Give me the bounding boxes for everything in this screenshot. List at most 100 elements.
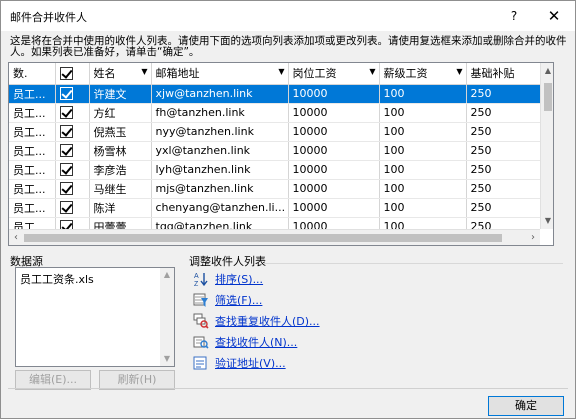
cell-post-salary: 10000 (288, 103, 380, 123)
cell-base-allowance: 250 (466, 84, 540, 104)
vertical-scrollbar[interactable]: ▲ ▼ (540, 63, 553, 229)
table-row[interactable]: 员工... 方红 fh@tanzhen.link 10000 100 250 (9, 103, 540, 123)
validate-address-link[interactable]: 验证地址(V)... (215, 355, 286, 371)
table-row[interactable]: 员工... 李彦浩 lyh@tanzhen.link 10000 100 250 (9, 160, 540, 180)
group-divider (263, 263, 563, 264)
cell-email: fh@tanzhen.link (151, 103, 289, 123)
row-checkbox[interactable] (59, 144, 73, 158)
cell-checkbox[interactable] (55, 217, 90, 229)
find-duplicates-link[interactable]: 查找重复收件人(D)... (215, 313, 320, 329)
cell-source: 员工... (9, 122, 56, 142)
cell-post-salary: 10000 (288, 84, 380, 104)
sort-link[interactable]: 排序(S)... (215, 271, 263, 287)
dialog-description: 这是将在合并中使用的收件人列表。请使用下面的选项向列表添加项或更改列表。请使用复… (10, 35, 567, 58)
cell-post-salary: 10000 (288, 141, 380, 161)
datasource-list[interactable]: 员工工资条.xls ▲ ▼ (15, 267, 175, 367)
dropdown-arrow-icon[interactable]: ▼ (456, 67, 462, 76)
sort-icon: AZ (193, 271, 209, 287)
cell-checkbox[interactable] (55, 103, 90, 123)
validate-address-action[interactable]: 验证地址(V)... (193, 354, 286, 372)
column-header-grade-salary[interactable]: 薪级工资 ▼ (379, 63, 467, 85)
filter-link[interactable]: 筛选(F)... (215, 292, 262, 308)
find-recipient-action[interactable]: 查找收件人(N)... (193, 333, 297, 351)
cell-post-salary: 10000 (288, 198, 380, 218)
table-row[interactable]: 员工... 马继生 mjs@tanzhen.link 10000 100 250 (9, 179, 540, 199)
cell-grade-salary: 100 (379, 179, 467, 199)
cell-checkbox[interactable] (55, 122, 90, 142)
column-header-base-allowance[interactable]: 基础补贴▼ (466, 63, 540, 85)
row-checkbox[interactable] (59, 87, 73, 101)
scroll-left-icon[interactable]: ‹ (9, 230, 23, 245)
ok-button[interactable]: 确定 (488, 396, 564, 416)
cell-email: chenyang@tanzhen.li... (151, 198, 289, 218)
svg-text:A: A (194, 273, 199, 280)
sort-action[interactable]: AZ 排序(S)... (193, 270, 263, 288)
dropdown-arrow-icon[interactable]: ▼ (369, 67, 375, 76)
column-header-email[interactable]: 邮箱地址 ▼ (151, 63, 289, 85)
refresh-button[interactable]: 刷新(H) (99, 370, 175, 390)
scroll-right-icon[interactable]: › (526, 230, 540, 245)
cell-source: 员工... (9, 103, 56, 123)
column-header-source[interactable]: 数. (9, 63, 56, 85)
cell-checkbox[interactable] (55, 84, 90, 104)
datasource-scrollbar[interactable]: ▲ ▼ (160, 268, 174, 366)
cell-post-salary: 10000 (288, 122, 380, 142)
table-row[interactable]: 员工... 田蕾蕾 tgq@tanzhen.link 10000 100 250 (9, 217, 540, 229)
find-duplicates-action[interactable]: 查找重复收件人(D)... (193, 312, 320, 330)
datasource-item[interactable]: 员工工资条.xls (20, 271, 94, 287)
dropdown-arrow-icon[interactable]: ▼ (278, 67, 284, 76)
cell-base-allowance: 250 (466, 217, 540, 229)
cell-name: 许建文 (89, 84, 152, 104)
help-button[interactable]: ? (499, 4, 529, 28)
table-row[interactable]: 员工... 杨雪林 yxl@tanzhen.link 10000 100 250 (9, 141, 540, 161)
cell-grade-salary: 100 (379, 84, 467, 104)
dialog-title: 邮件合并收件人 (10, 11, 87, 24)
refine-list-label: 调整收件人列表 (189, 255, 266, 268)
column-header-name[interactable]: 姓名 ▼ (89, 63, 152, 85)
find-recipient-link[interactable]: 查找收件人(N)... (215, 334, 297, 350)
cell-grade-salary: 100 (379, 103, 467, 123)
table-row[interactable]: 员工... 倪燕玉 nyy@tanzhen.link 10000 100 250 (9, 122, 540, 142)
cell-post-salary: 10000 (288, 179, 380, 199)
cell-email: nyy@tanzhen.link (151, 122, 289, 142)
close-button[interactable]: ✕ (539, 4, 569, 28)
filter-action[interactable]: 筛选(F)... (193, 291, 262, 309)
cell-base-allowance: 250 (466, 160, 540, 180)
cell-source: 员工... (9, 141, 56, 161)
scroll-thumb[interactable] (24, 234, 502, 242)
edit-button[interactable]: 编辑(E)... (15, 370, 91, 390)
cell-name: 杨雪林 (89, 141, 152, 161)
row-checkbox[interactable] (59, 182, 73, 196)
cell-base-allowance: 250 (466, 179, 540, 199)
row-checkbox[interactable] (59, 106, 73, 120)
recipients-grid[interactable]: 数. 姓名▼ 邮箱地址▼ 岗位工资▼ 薪级工资▼ 基础补贴▼ 扌 员工... (8, 62, 554, 246)
cell-checkbox[interactable] (55, 179, 90, 199)
scroll-down-icon[interactable]: ▼ (541, 213, 553, 229)
row-checkbox[interactable] (59, 163, 73, 177)
cell-source: 员工... (9, 179, 56, 199)
cell-checkbox[interactable] (55, 141, 90, 161)
row-checkbox[interactable] (59, 125, 73, 139)
dropdown-arrow-icon[interactable]: ▼ (141, 67, 147, 76)
column-header-checkbox[interactable] (55, 63, 90, 85)
filter-icon (193, 292, 209, 308)
scroll-up-icon[interactable]: ▲ (160, 268, 174, 282)
column-header-post-salary[interactable]: 岗位工资 ▼ (288, 63, 380, 85)
cell-email: mjs@tanzhen.link (151, 179, 289, 199)
cell-checkbox[interactable] (55, 160, 90, 180)
scroll-down-icon[interactable]: ▼ (160, 352, 174, 366)
cell-grade-salary: 100 (379, 160, 467, 180)
table-row[interactable]: 员工... 陈洋 chenyang@tanzhen.li... 10000 10… (9, 198, 540, 218)
cell-checkbox[interactable] (55, 198, 90, 218)
cell-source: 员工... (9, 160, 56, 180)
cell-grade-salary: 100 (379, 122, 467, 142)
row-checkbox[interactable] (59, 220, 73, 229)
scroll-thumb[interactable] (544, 83, 552, 111)
cell-source: 员工... (9, 217, 56, 229)
horizontal-scrollbar[interactable]: ‹ › (9, 229, 540, 245)
cell-grade-salary: 100 (379, 217, 467, 229)
table-row[interactable]: 员工... 许建文 xjw@tanzhen.link 10000 100 250 (9, 84, 540, 104)
scroll-up-icon[interactable]: ▲ (541, 63, 553, 79)
row-checkbox[interactable] (59, 201, 73, 215)
select-all-checkbox[interactable] (59, 67, 73, 80)
